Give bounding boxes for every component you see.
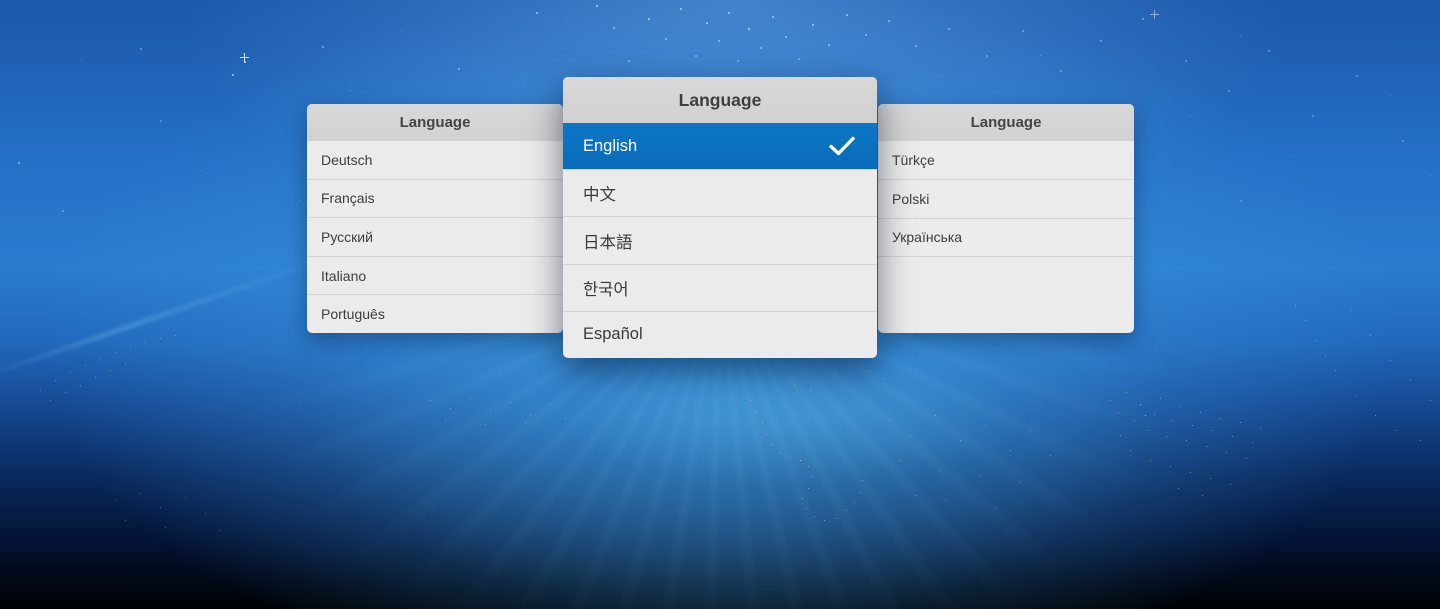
city-lights-east bbox=[1090, 370, 1091, 371]
language-option-italiano[interactable]: Italiano bbox=[307, 255, 563, 295]
city-lights-lower-left bbox=[95, 485, 96, 486]
panel-header: Language bbox=[307, 104, 563, 141]
language-list: English 中文 日本語 한국어 Español bbox=[563, 123, 877, 358]
sparkle-icon bbox=[240, 53, 249, 62]
city-lights-left bbox=[40, 330, 41, 331]
glow-haze bbox=[560, 355, 1030, 485]
language-panel-right: Language Türkçe Polski Українська bbox=[878, 104, 1134, 333]
stars-layer-small bbox=[0, 0, 1, 1]
check-icon bbox=[829, 136, 855, 156]
city-lights-right bbox=[1280, 280, 1281, 281]
city-lights-midwest bbox=[880, 400, 881, 401]
language-option-turkce[interactable]: Türkçe bbox=[878, 141, 1134, 179]
language-option-ukrainian[interactable]: Українська bbox=[878, 217, 1134, 257]
language-option-espanol[interactable]: Español bbox=[563, 310, 877, 358]
background-wallpaper: Language Deutsch Français Русский Italia… bbox=[0, 0, 1440, 609]
language-list: Türkçe Polski Українська bbox=[878, 141, 1134, 333]
language-option-russian[interactable]: Русский bbox=[307, 217, 563, 256]
language-option-portugues[interactable]: Português bbox=[307, 294, 563, 333]
city-lights-coast bbox=[750, 360, 751, 361]
language-panel-center: Language English 中文 日本語 한국어 Español bbox=[563, 77, 877, 358]
earth-rim-light bbox=[0, 257, 326, 381]
panel-header: Language bbox=[878, 104, 1134, 141]
language-panel-left: Language Deutsch Français Русский Italia… bbox=[307, 104, 563, 333]
panel-header: Language bbox=[563, 77, 877, 123]
language-option-english[interactable]: English bbox=[563, 123, 877, 170]
language-option-korean[interactable]: 한국어 bbox=[563, 263, 877, 311]
language-list: Deutsch Français Русский Italiano Portug… bbox=[307, 141, 563, 333]
language-option-deutsch[interactable]: Deutsch bbox=[307, 141, 563, 179]
panel-title: Language bbox=[970, 114, 1042, 131]
panel-title: Language bbox=[678, 89, 762, 110]
language-option-francais[interactable]: Français bbox=[307, 178, 563, 218]
language-option-polski[interactable]: Polski bbox=[878, 178, 1134, 218]
sparkle-icon bbox=[1150, 10, 1159, 19]
language-option-japanese[interactable]: 日本語 bbox=[563, 216, 877, 263]
language-option-chinese[interactable]: 中文 bbox=[563, 169, 877, 216]
panel-title: Language bbox=[399, 114, 471, 131]
panel-empty-area bbox=[878, 256, 1134, 333]
city-lights-center-left bbox=[420, 390, 421, 391]
